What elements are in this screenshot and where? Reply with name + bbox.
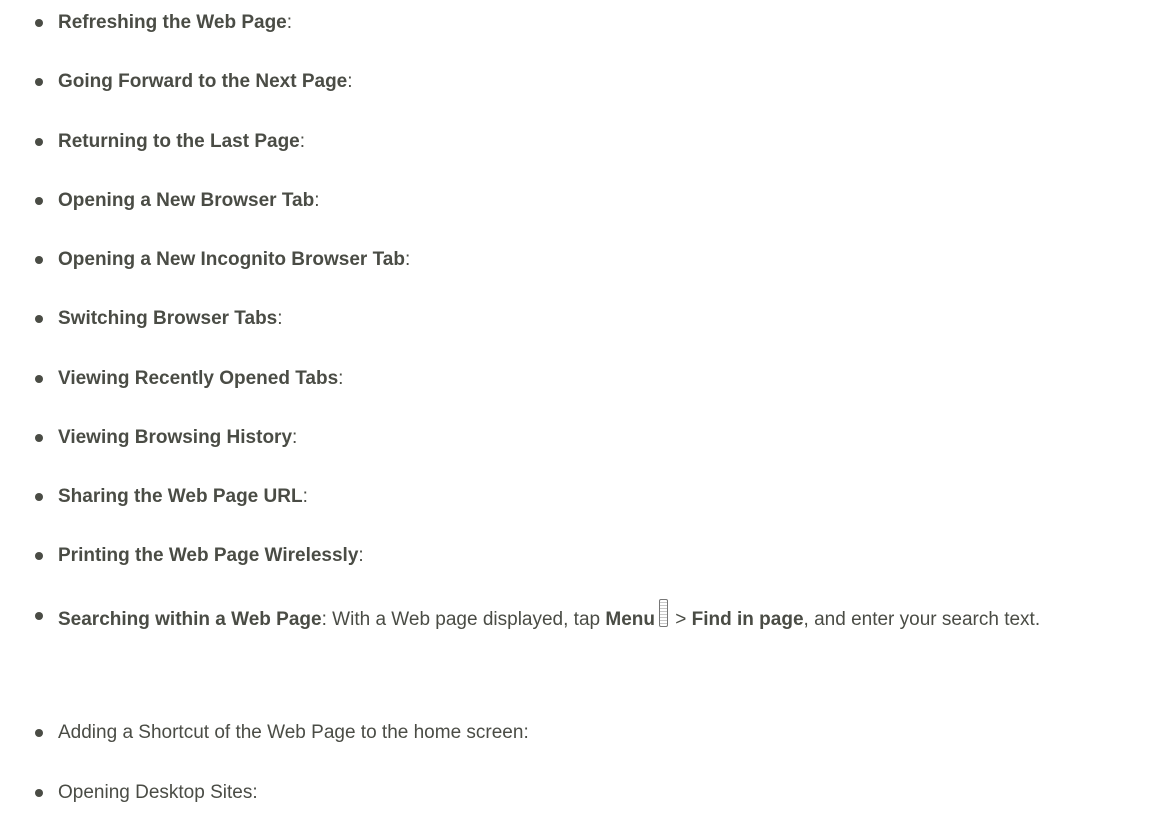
list-item-text: Viewing Browsing History: bbox=[58, 426, 1171, 450]
list-item-text: Opening Desktop Sites: bbox=[58, 782, 258, 803]
list-item-title: Searching within a Web Page bbox=[58, 609, 322, 630]
list-item-title: Returning to the Last Page bbox=[58, 131, 300, 152]
list-item-tail: , and enter your search text. bbox=[803, 609, 1041, 630]
list-item-title: Opening a New Incognito Browser Tab bbox=[58, 249, 405, 270]
menu-separator: > bbox=[669, 609, 692, 630]
list-item-text: Printing the Web Page Wirelessly: bbox=[58, 544, 1171, 568]
bullet-icon bbox=[35, 729, 43, 737]
list-item-title: Sharing the Web Page URL bbox=[58, 486, 303, 507]
bullet-icon bbox=[35, 612, 43, 620]
list-item-rest: : bbox=[338, 368, 344, 389]
bullet-icon bbox=[35, 138, 43, 146]
list-item-text: Opening a New Browser Tab: bbox=[58, 189, 1171, 213]
list-item-rest: : bbox=[302, 486, 308, 507]
list-item-text: Viewing Recently Opened Tabs: bbox=[58, 367, 1171, 391]
bullet-icon bbox=[35, 789, 43, 797]
list-item-title: Switching Browser Tabs bbox=[58, 308, 278, 329]
list-item-rest: : bbox=[347, 71, 353, 92]
bullet-icon bbox=[35, 552, 43, 560]
list-item-title: Opening a New Browser Tab bbox=[58, 190, 315, 211]
list-item-rest: : bbox=[358, 545, 364, 566]
list-item-text: Adding a Shortcut of the Web Page to the… bbox=[58, 722, 529, 743]
list-item-text: Sharing the Web Page URL: bbox=[58, 485, 1171, 509]
list-item-rest: : bbox=[292, 427, 298, 448]
list-item-title: Going Forward to the Next Page bbox=[58, 71, 348, 92]
list-item-title: Viewing Browsing History bbox=[58, 427, 293, 448]
list-item-text: Opening a New Incognito Browser Tab: bbox=[58, 248, 1171, 272]
list-item-text: Searching within a Web Page: With a Web … bbox=[58, 599, 1171, 636]
menu-label: Menu bbox=[605, 609, 655, 630]
list-item-title: Refreshing the Web Page bbox=[58, 12, 287, 33]
bullet-icon bbox=[35, 493, 43, 501]
list-item-title: Printing the Web Page Wirelessly bbox=[58, 545, 359, 566]
list-item-rest: : bbox=[299, 131, 306, 152]
bullet-icon bbox=[35, 256, 43, 264]
bullet-icon bbox=[35, 434, 43, 442]
bullet-icon bbox=[35, 19, 43, 27]
find-in-page-label: Find in page bbox=[691, 609, 804, 630]
list-item-rest: : bbox=[277, 308, 283, 329]
list-item-rest: : With a Web page displayed, tap bbox=[321, 609, 606, 630]
bullet-icon bbox=[35, 78, 43, 86]
list-item-text: Switching Browser Tabs: bbox=[58, 307, 1171, 331]
list-item-rest: : bbox=[314, 190, 320, 211]
list-item-rest: : bbox=[286, 12, 293, 33]
list-item-text: Returning to the Last Page: bbox=[58, 130, 1171, 154]
list-item-title: Viewing Recently Opened Tabs bbox=[58, 368, 339, 389]
bullet-icon bbox=[35, 197, 43, 205]
menu-icon bbox=[658, 599, 668, 627]
bullet-icon bbox=[35, 315, 43, 323]
list-item-text: Refreshing the Web Page: bbox=[58, 11, 1171, 35]
list-item-text: Going Forward to the Next Page: bbox=[58, 70, 1171, 94]
list-item-rest: : bbox=[404, 249, 411, 270]
bullet-icon bbox=[35, 375, 43, 383]
